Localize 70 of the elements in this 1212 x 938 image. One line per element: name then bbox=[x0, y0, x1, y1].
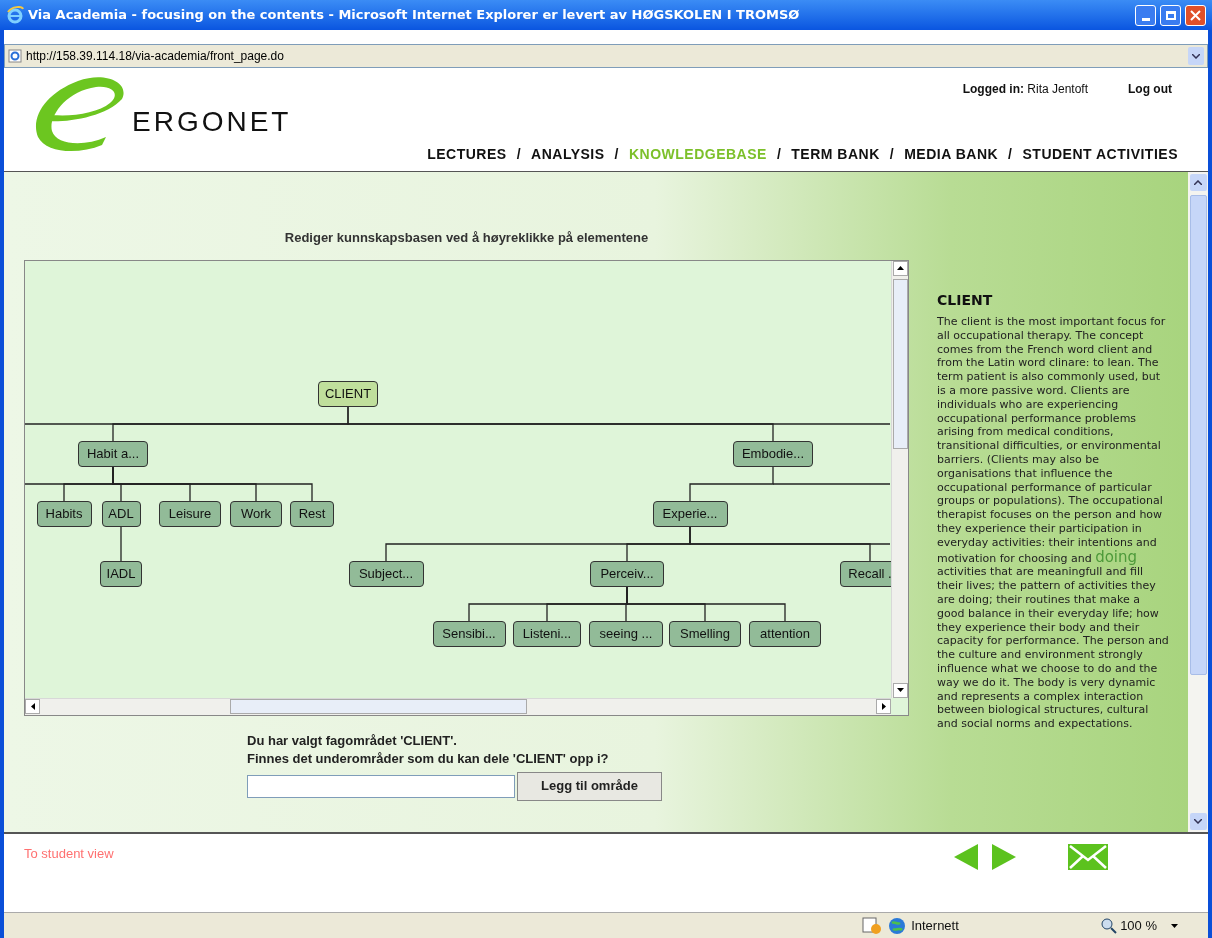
warning-page-icon bbox=[862, 916, 883, 935]
tree-node[interactable]: ADL bbox=[101, 500, 141, 527]
tree-node[interactable]: Embodie... bbox=[733, 440, 813, 467]
globe-icon bbox=[888, 916, 907, 935]
editor-heading: Rediger kunnskapsbasen ved å høyreklikke på elementene bbox=[283, 229, 650, 247]
scroll-thumb[interactable] bbox=[230, 699, 527, 714]
maximize-button[interactable] bbox=[1160, 4, 1181, 26]
nav-separator: / bbox=[614, 145, 619, 164]
scroll-right-icon[interactable] bbox=[876, 699, 891, 714]
close-button[interactable] bbox=[1185, 4, 1206, 26]
nav-link[interactable]: LECTURES bbox=[427, 144, 507, 165]
nav-separator: / bbox=[889, 145, 895, 164]
scroll-thumb[interactable] bbox=[1189, 195, 1207, 675]
forward-arrow-icon[interactable] bbox=[992, 844, 1016, 870]
tree-node[interactable]: Smelling bbox=[669, 620, 741, 647]
zoom-level[interactable]: 100 % bbox=[1120, 915, 1157, 936]
dropdown-icon[interactable] bbox=[1188, 47, 1204, 65]
page-icon bbox=[8, 49, 22, 63]
tree-node[interactable]: attention bbox=[749, 620, 821, 647]
zoom-icon bbox=[1101, 917, 1118, 934]
tree-node[interactable]: Leisure bbox=[159, 500, 221, 527]
description-title: CLIENT bbox=[937, 291, 994, 310]
close-icon bbox=[1190, 9, 1201, 21]
description-text: The client is the most important focus for all occupational therapy. The concept comes from the French word client and from the Latin word clinare: to lean. The term patient is also commonly used, but is a more passive word. Clients are individuals who are experiencing occupational performance problems arising from medical conditions, transitional difficulties, or environmental barriers. (Clients may also be organisations that influence the occupational performance of particular groups or populations). The occupational therapist focuses on the person and how they experience their participation in everyday activities: their intentions and motivation for choosing and doing activities that are meaningfull and fill their lives; the pattern of activities they are doing; their routines that make a good balance in their everyday life; how they experience their body and their capacity for performance. The person and the culture and environment strongly influence what we choose to do and the way we do it. The body is very dynamic and represents a complex interaction between biological structures, cultural and social norms and expectations. bbox=[937, 315, 1169, 731]
vertical-scrollbar[interactable] bbox=[891, 260, 908, 698]
back-arrow-icon[interactable] bbox=[954, 844, 978, 870]
tree-node[interactable]: seeing ... bbox=[589, 620, 663, 647]
nav-link[interactable]: MEDIA BANK bbox=[904, 144, 999, 165]
scroll-down-icon[interactable] bbox=[892, 682, 908, 698]
add-area-button[interactable]: Legg til område bbox=[517, 771, 662, 801]
nav-separator: / bbox=[516, 145, 522, 164]
scroll-thumb[interactable] bbox=[892, 278, 908, 449]
tree-node[interactable]: Subject... bbox=[348, 560, 424, 587]
address-bar[interactable]: http://158.39.114.18/via-academia/front_page.do bbox=[4, 44, 1208, 68]
area-input-field[interactable] bbox=[247, 774, 515, 798]
nav-link[interactable]: TERM BANK bbox=[791, 144, 880, 165]
tree-node[interactable]: Recall . bbox=[840, 560, 891, 587]
tree-node[interactable]: Rest bbox=[290, 500, 334, 527]
url-text: http://158.39.114.18/via-academia/front_page.do bbox=[26, 48, 284, 65]
scroll-up-icon[interactable] bbox=[1189, 174, 1207, 191]
tree-node[interactable]: Perceiv... bbox=[590, 560, 664, 587]
tree-node[interactable]: Listeni... bbox=[513, 620, 581, 647]
page-scrollbar[interactable] bbox=[1188, 172, 1208, 832]
dropdown-icon[interactable] bbox=[1171, 923, 1178, 928]
connector-line bbox=[120, 525, 122, 562]
scroll-left-icon[interactable] bbox=[25, 699, 40, 714]
scroll-down-icon[interactable] bbox=[1189, 813, 1207, 830]
logo-text: ERGONET bbox=[132, 105, 292, 139]
prompt-text: Du har valgt fagområdet 'CLIENT'. bbox=[247, 731, 458, 750]
zone-text: Internett bbox=[911, 916, 960, 935]
window-title: Via Academia - focusing on the contents - Microsoft Internet Explorer er levert av HØGSKOLEN I TROMSØ bbox=[28, 6, 800, 25]
tree-node[interactable]: Habits bbox=[36, 500, 92, 527]
tree-node[interactable]: CLIENT bbox=[318, 380, 378, 407]
tree-node[interactable]: Experie... bbox=[652, 500, 728, 527]
prompt-text: Finnes det underområder som du kan dele 'CLIENT' opp i? bbox=[247, 749, 610, 768]
tree-node[interactable]: Habit a... bbox=[78, 440, 148, 467]
nav-separator: / bbox=[1008, 145, 1013, 164]
horizontal-scrollbar[interactable] bbox=[25, 697, 891, 715]
tree-node[interactable]: IADL bbox=[100, 560, 142, 587]
nav-link[interactable]: ANALYSIS bbox=[531, 144, 605, 165]
scroll-up-icon[interactable] bbox=[892, 260, 908, 276]
tree-node[interactable]: Sensibi... bbox=[432, 620, 506, 647]
logged-in-text: Logged in: Rita Jentoft bbox=[962, 81, 1088, 98]
logout-link[interactable]: Log out bbox=[1128, 80, 1172, 98]
envelope-icon[interactable] bbox=[1068, 844, 1108, 870]
tree-node[interactable]: Work bbox=[230, 500, 282, 527]
nav-separator: / bbox=[776, 145, 782, 164]
minimize-button[interactable] bbox=[1135, 4, 1156, 26]
browser-icon bbox=[6, 6, 24, 24]
nav-link[interactable]: STUDENT ACTIVITIES bbox=[1022, 144, 1178, 165]
